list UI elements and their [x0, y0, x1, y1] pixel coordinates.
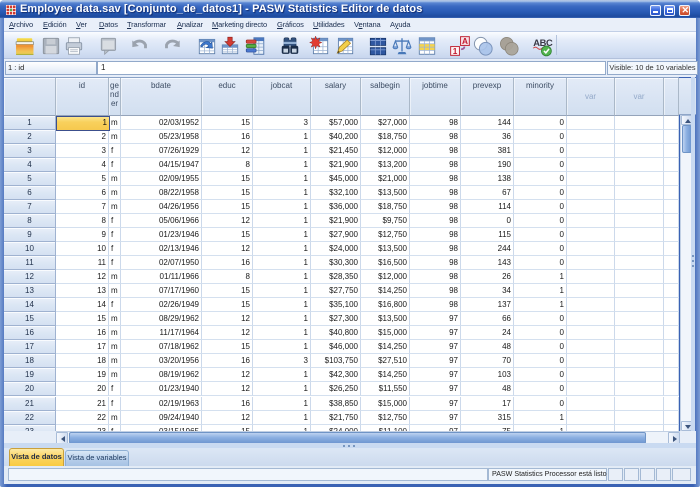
- svg-text:A: A: [462, 37, 468, 46]
- svg-text:1: 1: [453, 46, 458, 55]
- svg-text:ABC: ABC: [533, 38, 553, 48]
